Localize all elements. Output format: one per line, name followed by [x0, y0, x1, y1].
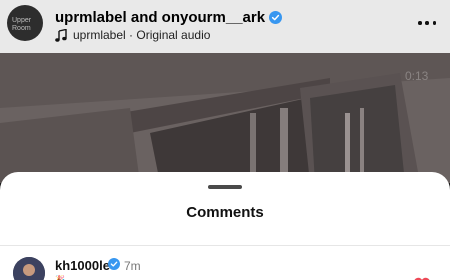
- verified-badge-icon: [108, 258, 120, 270]
- title-row: uprmlabel and onyourm__ark: [55, 8, 283, 26]
- avatar-image: [13, 257, 45, 280]
- commenter-avatar[interactable]: [13, 257, 45, 280]
- music-note-icon: [55, 28, 67, 42]
- divider: [0, 245, 450, 246]
- video-frame[interactable]: 0:13: [0, 53, 450, 183]
- verified-badge-icon: [269, 10, 283, 24]
- comment-text: 🎉: [55, 275, 65, 280]
- avatar-text: Upper Room: [12, 17, 32, 32]
- post-title[interactable]: uprmlabel and onyourm__ark: [55, 9, 265, 26]
- comment-time: 7m: [124, 259, 141, 273]
- comment-item: kh1000le 7m 🎉: [0, 255, 450, 280]
- audio-label: uprmlabel · Original audio: [73, 28, 211, 42]
- more-options-icon[interactable]: [418, 14, 436, 32]
- audio-row[interactable]: uprmlabel · Original audio: [55, 28, 210, 42]
- sheet-drag-handle[interactable]: [208, 185, 242, 189]
- video-timestamp: 0:13: [405, 69, 429, 83]
- comments-sheet: Comments kh1000le 7m 🎉: [0, 172, 450, 280]
- post-header: Upper Room uprmlabel and onyourm__ark up…: [0, 0, 450, 53]
- video-scene: [0, 53, 450, 183]
- profile-avatar[interactable]: Upper Room: [7, 5, 43, 41]
- comment-username[interactable]: kh1000le: [55, 258, 110, 273]
- sheet-title: Comments: [186, 204, 264, 221]
